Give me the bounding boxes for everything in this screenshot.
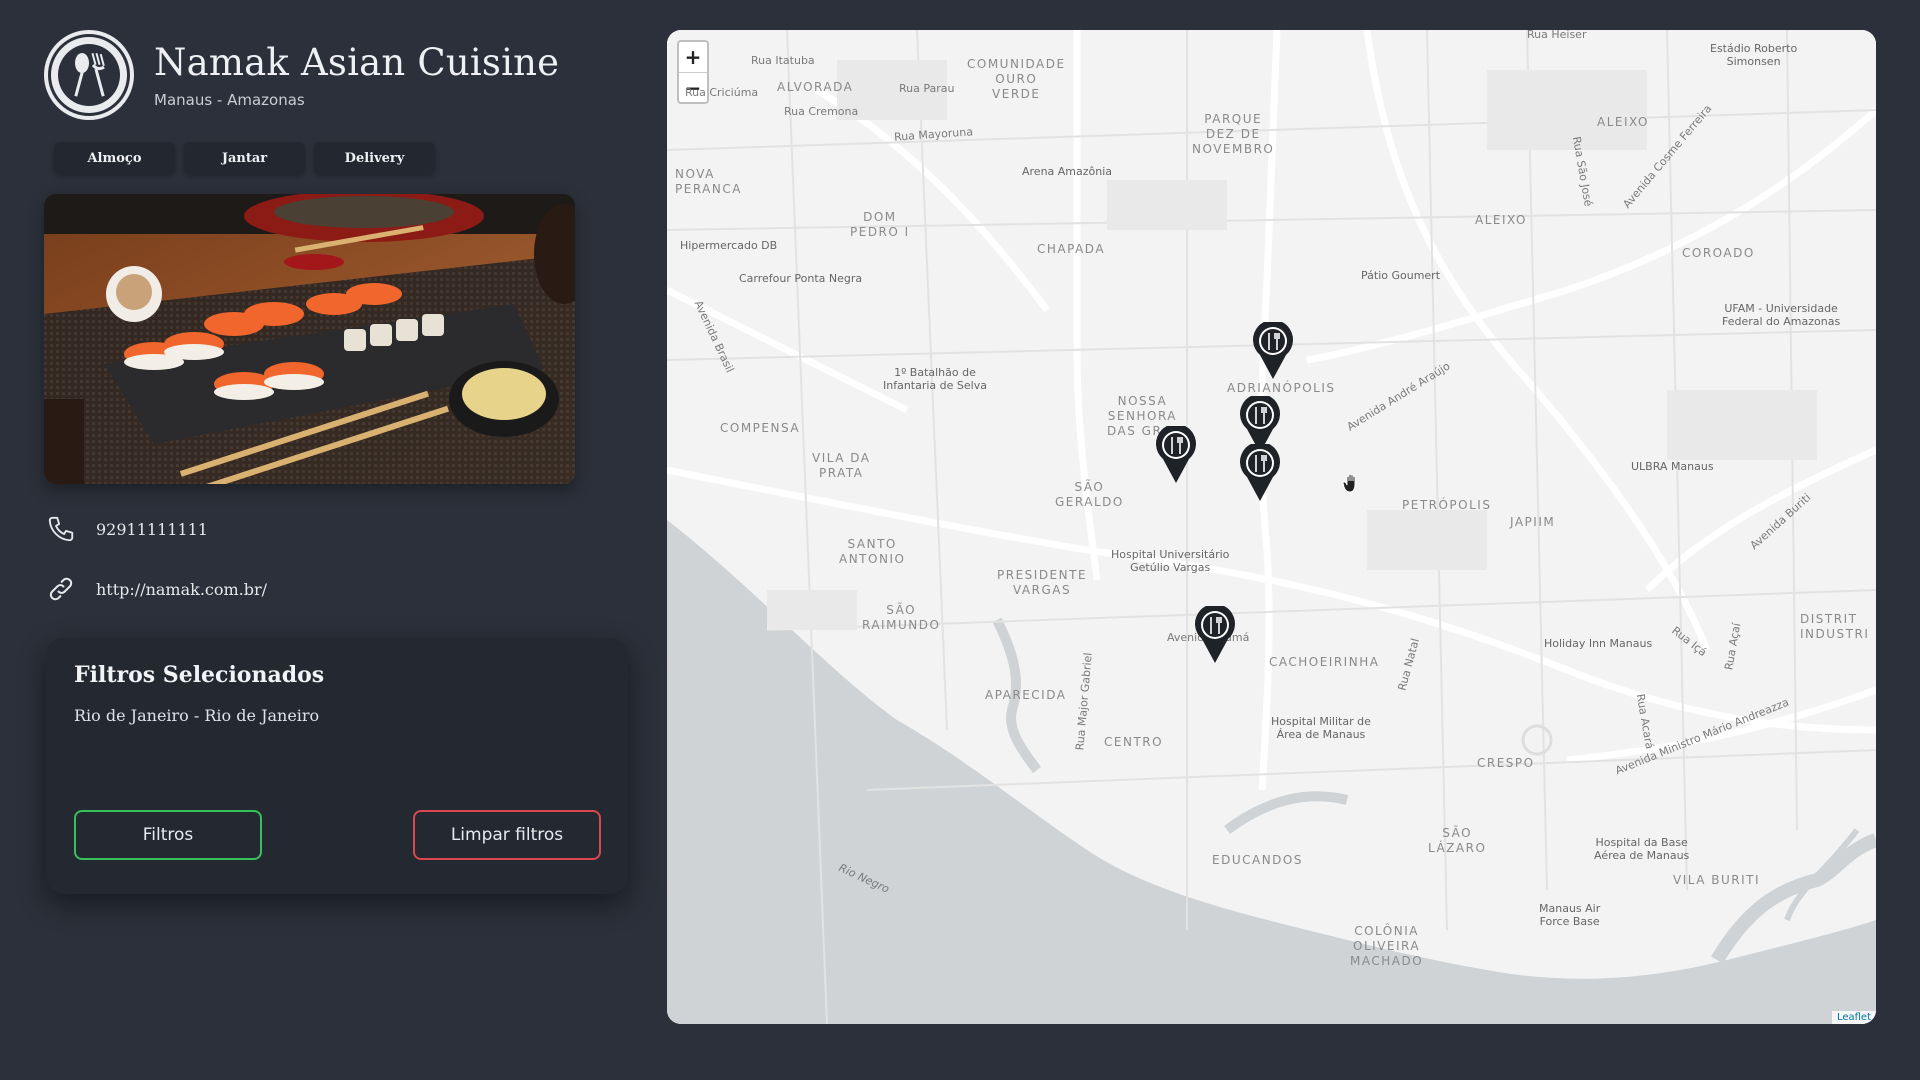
poi-label: ULBRA Manaus <box>1631 460 1714 473</box>
restaurant-pin-icon[interactable] <box>1194 606 1236 664</box>
restaurant-pin-icon[interactable] <box>1155 426 1197 484</box>
poi-label: 1º Batalhão de Infantaria de Selva <box>883 366 987 392</box>
district-label: VILA BURITI <box>1673 873 1760 887</box>
map[interactable]: + − COMUNIDADE OURO VERDE ALVORADA PARQU… <box>667 30 1876 1024</box>
district-label: EDUCANDOS <box>1212 853 1303 867</box>
district-label: CHAPADA <box>1037 242 1106 256</box>
restaurant-photo <box>44 194 575 484</box>
district-label: CACHOEIRINHA <box>1269 655 1380 669</box>
poi-label: Holiday Inn Manaus <box>1544 637 1653 650</box>
district-label: ALEIXO <box>1475 213 1527 227</box>
selected-filters-card: Filtros Selecionados Rio de Janeiro - Ri… <box>46 638 628 894</box>
phone-number: 92911111111 <box>96 519 208 539</box>
poi-label: Arena Amazônia <box>1022 165 1113 178</box>
poi-label: Hospital Universitário Getúlio Vargas <box>1111 548 1230 574</box>
district-label: PETRÓPOLIS <box>1402 498 1492 512</box>
phone-row[interactable]: 92911111111 <box>44 512 629 546</box>
tag-jantar[interactable]: Jantar <box>184 142 305 174</box>
street-label: Rua Cremona <box>784 105 859 118</box>
district-label: NOVA PERANCA <box>675 167 742 196</box>
leaflet-attribution[interactable]: Leaflet <box>1831 1011 1876 1024</box>
district-label: APARECIDA <box>985 688 1067 702</box>
grab-cursor-icon <box>1342 473 1356 493</box>
poi-label: Carrefour Ponta Negra <box>739 272 863 285</box>
restaurant-panel: Namak Asian Cuisine Manaus - Amazonas Al… <box>44 28 629 606</box>
selected-filter-value: Rio de Janeiro - Rio de Janeiro <box>74 706 320 725</box>
restaurant-location: Manaus - Amazonas <box>154 91 305 109</box>
district-label: JAPIIM <box>1510 515 1556 529</box>
poi-label: Hospital Militar de Área de Manaus <box>1271 715 1371 741</box>
district-label: PARQUE DEZ DE NOVEMBRO <box>1192 112 1275 156</box>
street-label: Rua Parau <box>899 82 955 95</box>
district-label: SÃO GERALDO <box>1055 480 1124 509</box>
district-label: CENTRO <box>1104 735 1164 749</box>
zoom-in-button[interactable]: + <box>679 42 707 72</box>
district-label: COROADO <box>1682 246 1755 260</box>
fork-spoon-icon <box>44 30 134 120</box>
clear-filters-button[interactable]: Limpar filtros <box>413 810 601 860</box>
poi-label: Manaus Air Force Base <box>1539 902 1601 928</box>
poi-label: Pátio Goumert <box>1361 269 1441 282</box>
district-label: ALVORADA <box>777 80 854 94</box>
street-label: Rua Itatuba <box>751 54 815 67</box>
district-label: DOM PEDRO I <box>850 210 910 239</box>
district-label: ALEIXO <box>1597 115 1649 129</box>
district-label: DISTRIT INDUSTRI <box>1800 612 1870 641</box>
tag-delivery[interactable]: Delivery <box>314 142 435 174</box>
district-label: COLÔNIA OLIVEIRA MACHADO <box>1350 924 1424 968</box>
tag-almoco[interactable]: Almoço <box>54 142 175 174</box>
website-row[interactable]: http://namak.com.br/ <box>44 572 629 606</box>
phone-icon <box>48 516 74 542</box>
link-icon <box>49 577 73 601</box>
street-label: Rua Heiser <box>1527 30 1587 41</box>
restaurant-pin-icon[interactable] <box>1252 322 1294 380</box>
district-label: SÃO RAIMUNDO <box>862 603 941 632</box>
poi-label: Estádio Roberto Simonsen <box>1710 42 1798 68</box>
poi-label: UFAM - Universidade Federal do Amazonas <box>1722 302 1841 328</box>
brand-header: Namak Asian Cuisine Manaus - Amazonas <box>44 28 629 122</box>
category-tags: Almoço Jantar Delivery <box>54 142 629 174</box>
restaurant-name: Namak Asian Cuisine <box>154 41 560 84</box>
filters-title: Filtros Selecionados <box>74 662 325 688</box>
restaurant-pin-icon[interactable] <box>1239 444 1281 502</box>
website-link[interactable]: http://namak.com.br/ <box>96 580 267 599</box>
district-label: COMPENSA <box>720 421 801 435</box>
district-label: SÃO LÁZARO <box>1428 826 1487 855</box>
district-label: CRESPO <box>1477 756 1535 770</box>
filters-button[interactable]: Filtros <box>74 810 262 860</box>
district-label: PRESIDENTE VARGAS <box>997 568 1088 597</box>
street-label: Rua Criciúma <box>685 86 759 99</box>
poi-label: Hipermercado DB <box>680 239 778 252</box>
district-label: SANTO ANTONIO <box>839 537 906 566</box>
district-label: COMUNIDADE OURO VERDE <box>967 57 1066 101</box>
district-label: VILA DA PRATA <box>812 451 871 480</box>
poi-label: Hospital da Base Aérea de Manaus <box>1594 836 1690 862</box>
district-label: ADRIANÓPOLIS <box>1227 381 1336 395</box>
